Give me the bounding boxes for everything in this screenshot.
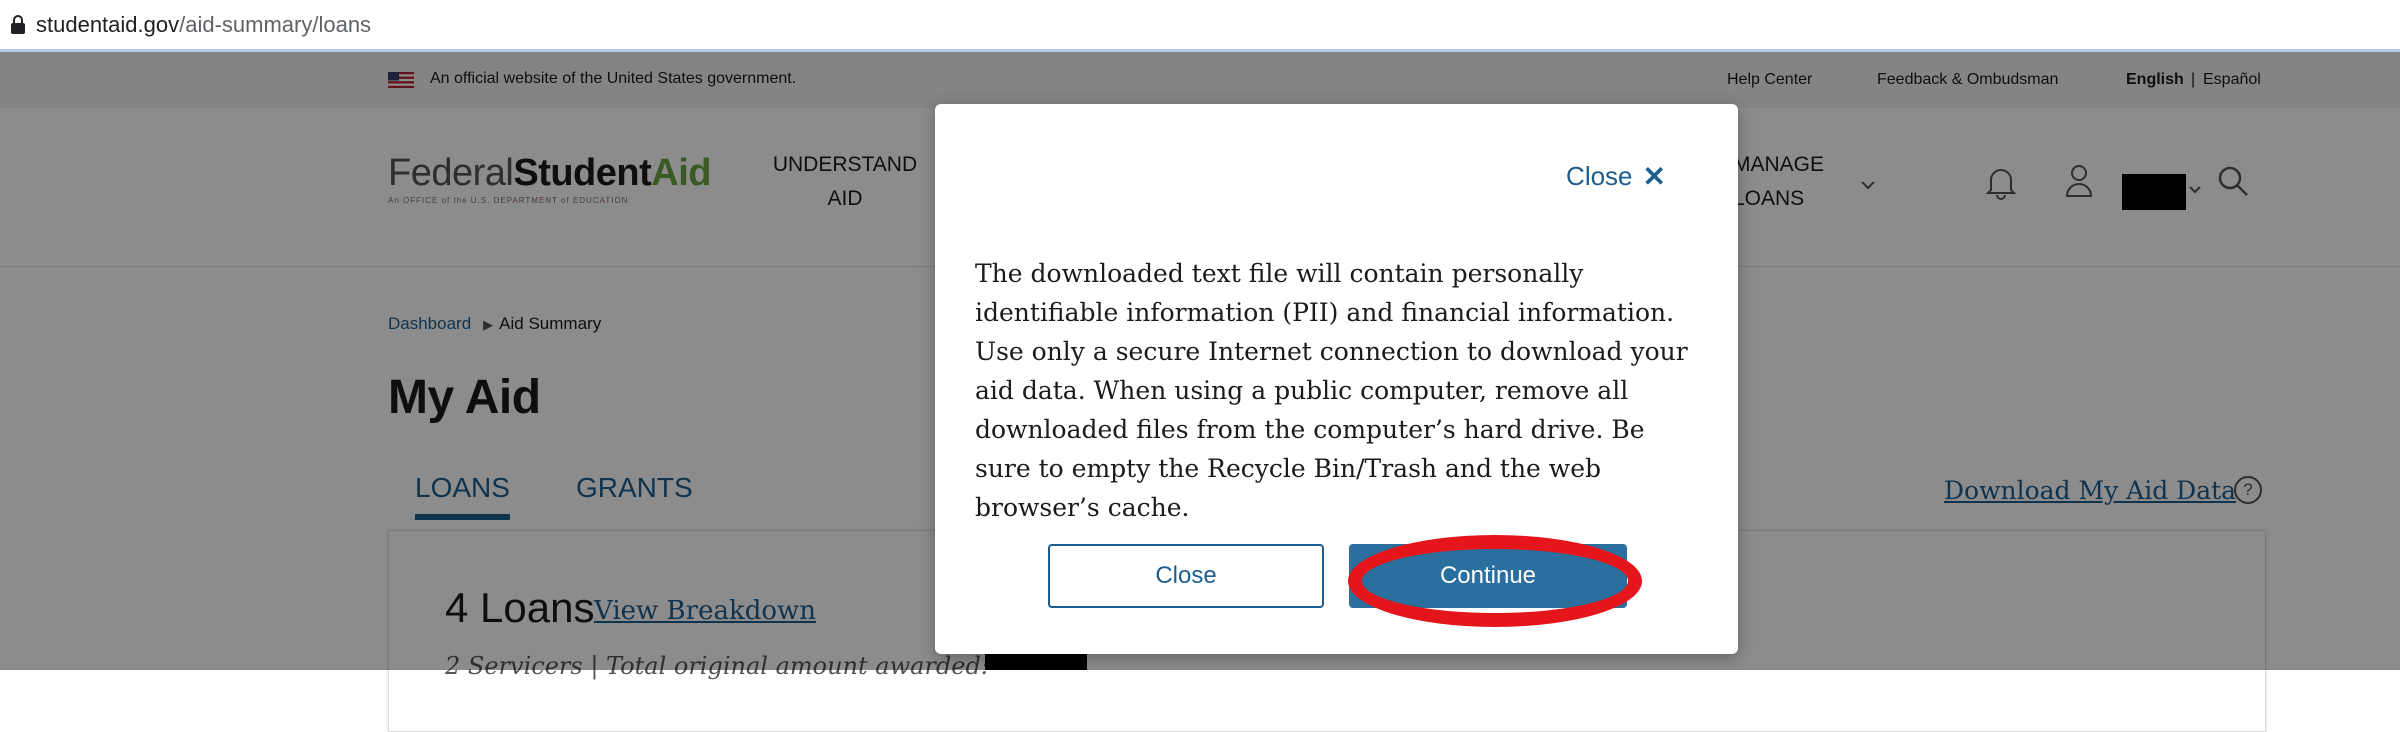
continue-button[interactable]: Continue <box>1349 544 1627 608</box>
close-button[interactable]: Close <box>1048 544 1324 608</box>
url-text[interactable]: studentaid.gov/aid-summary/loans <box>36 12 371 38</box>
lock-icon <box>10 14 26 35</box>
modal-close-link[interactable]: Close ✕ <box>1566 160 1666 193</box>
close-icon[interactable]: ✕ <box>1643 160 1666 193</box>
modal-body-text: The downloaded text file will contain pe… <box>975 259 1688 522</box>
browser-url-bar[interactable]: studentaid.gov/aid-summary/loans <box>0 0 2400 52</box>
download-warning-modal: Close ✕ The downloaded text file will co… <box>935 104 1738 654</box>
